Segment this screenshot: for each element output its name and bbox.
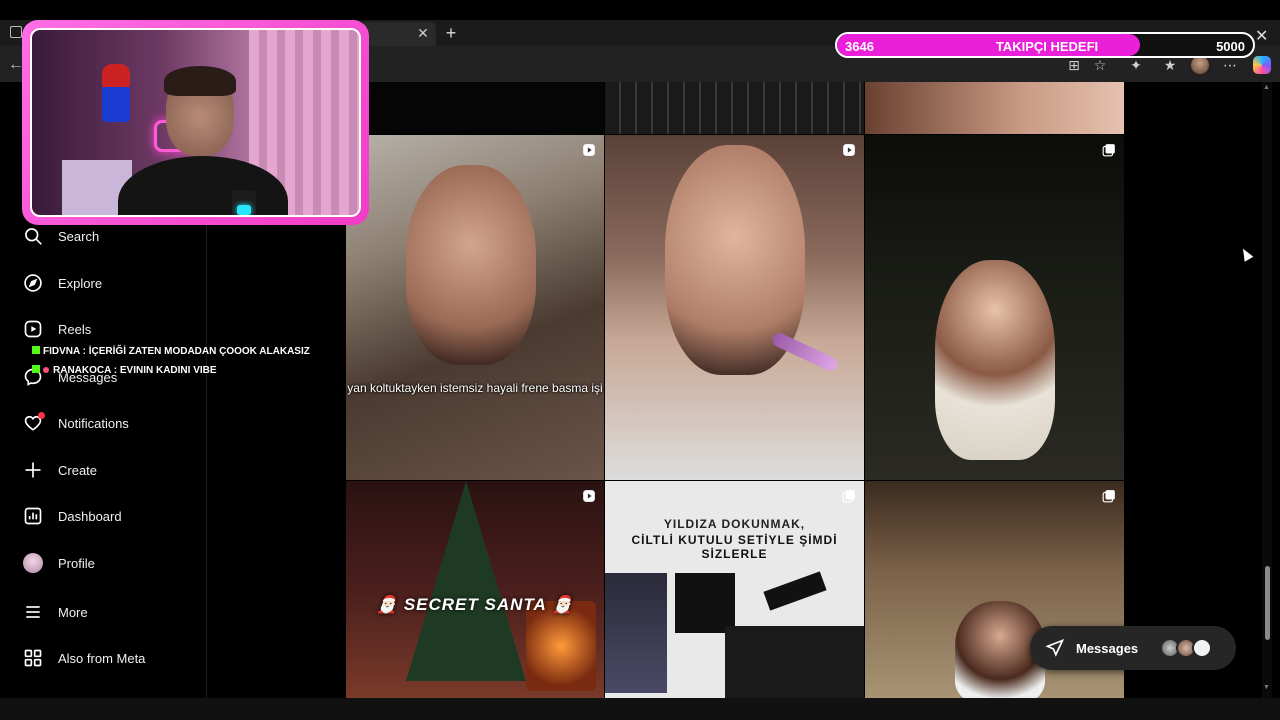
compass-icon (22, 272, 44, 294)
nav-item-reels[interactable]: Reels (22, 315, 91, 343)
kick-badge-icon (32, 365, 40, 373)
messages-avatars (1160, 638, 1214, 658)
nav-label-search: Search (58, 228, 100, 244)
post-tile[interactable] (865, 82, 1124, 134)
post-promo-line2: CİLTLİ KUTULU SETİYLE ŞİMDİ SİZLERLE (631, 533, 838, 561)
nav-label-dashboard: Dashboard (58, 508, 122, 524)
search-icon (22, 225, 44, 247)
nav-label-reels: Reels (58, 321, 92, 337)
star-icon[interactable]: ☆ (1092, 57, 1108, 73)
streamer-hair (164, 66, 236, 96)
nav-item-notifications[interactable]: Notifications (22, 409, 129, 437)
nav-item-create[interactable]: Create (22, 456, 97, 484)
chat-badge-dot (43, 367, 49, 373)
nav-label-more: More (58, 604, 88, 620)
follower-goal-bar: 3646 TAKIPÇI HEDEFI 5000 (835, 32, 1255, 58)
box-set (675, 573, 735, 633)
book-cover (605, 573, 667, 693)
nav-label-explore: Explore (58, 275, 103, 291)
nav-label-profile: Profile (58, 555, 95, 571)
tab-actions-icon[interactable] (10, 26, 22, 38)
chat-message: FIDVNA : İÇERİĞİ ZATEN MODADAN ÇOOOK ALA… (32, 346, 310, 357)
avatar (1192, 638, 1212, 658)
goal-label: TAKIPÇI HEDEFI (995, 39, 1099, 54)
box-set (725, 626, 864, 698)
nav-label-create: Create (58, 462, 98, 478)
nav-label-also-from-meta: Also from Meta (58, 650, 146, 666)
hamburger-icon (22, 601, 44, 623)
grid-icon[interactable]: ⊞ (1066, 57, 1082, 73)
post-caption: 🎅🏻 SECRET SANTA 🎅🏻 (375, 595, 575, 614)
heart-icon (22, 412, 45, 434)
plus-icon (22, 459, 44, 481)
meta-grid-icon (22, 647, 44, 669)
post-tile[interactable] (865, 135, 1124, 480)
chat-text: İÇERİĞİ ZATEN MODADAN ÇOOOK ALAKASIZ (88, 346, 310, 357)
post-tile[interactable] (605, 135, 864, 480)
microphone-light (237, 205, 251, 215)
post-promo-line1: YILDIZA DOKUNMAK, (663, 517, 806, 531)
christmas-tree (406, 481, 526, 681)
dashboard-icon (22, 505, 44, 527)
scroll-down-icon[interactable]: ▼ (1263, 684, 1270, 691)
post-person (935, 260, 1055, 460)
window-close-icon[interactable]: ✕ (1255, 26, 1268, 46)
nav-item-profile[interactable]: Profile (22, 549, 95, 577)
copilot-icon[interactable] (1253, 56, 1271, 74)
extensions-icon[interactable]: ✦ (1128, 57, 1144, 73)
post-tile[interactable] (605, 82, 864, 134)
feed-grid: yan koltuktayken istemsiz hayali frene b… (346, 82, 1124, 698)
reel-icon (583, 490, 595, 502)
webcam-overlay (22, 20, 369, 225)
streamer-body (118, 156, 288, 215)
post-person (406, 165, 536, 365)
post-tile[interactable]: YILDIZA DOKUNMAK, CİLTLİ KUTULU SETİYLE … (605, 481, 864, 698)
messages-label: Messages (1076, 640, 1139, 656)
favorites-icon[interactable]: ★ (1162, 57, 1178, 73)
reel-icon (583, 144, 595, 156)
post-tile[interactable]: yan koltuktayken istemsiz hayali frene b… (346, 135, 604, 480)
messages-button[interactable]: Messages (1030, 626, 1236, 670)
kick-badge-icon (32, 346, 40, 354)
avatar (22, 552, 44, 574)
chat-text: EVININ KADINI VIBE (119, 365, 217, 376)
mouse-cursor (1238, 246, 1254, 262)
post-tile[interactable] (346, 82, 604, 134)
goal-current-value: 3646 (845, 39, 874, 54)
chat-message: RANAKOCA : EVININ KADINI VIBE (32, 365, 217, 376)
nav-label-notifications: Notifications (58, 415, 129, 431)
nav-item-dashboard[interactable]: Dashboard (22, 502, 122, 530)
post-tile[interactable]: 🎅🏻 SECRET SANTA 🎅🏻 (346, 481, 604, 698)
browser-profile-avatar[interactable] (1191, 56, 1209, 74)
reels-icon (22, 318, 44, 340)
carousel-icon (842, 490, 855, 503)
reel-icon (843, 144, 855, 156)
carousel-icon (1102, 490, 1115, 503)
close-tab-icon[interactable]: ✕ (415, 25, 431, 41)
nav-item-more[interactable]: More (22, 598, 88, 626)
notification-dot (38, 412, 45, 419)
goal-target-value: 5000 (1216, 39, 1245, 54)
scroll-up-icon[interactable]: ▲ (1263, 84, 1270, 91)
bottom-strip (0, 698, 1280, 720)
nav-item-search[interactable]: Search (22, 222, 99, 250)
nav-item-also-from-meta[interactable]: Also from Meta (22, 644, 145, 672)
more-options-icon[interactable]: ⋯ (1222, 57, 1238, 73)
ribbon (763, 571, 827, 611)
chat-username: RANAKOCA (53, 365, 111, 376)
messenger-icon (1044, 637, 1066, 659)
chat-username: FIDVNA (43, 346, 80, 357)
post-caption: yan koltuktayken istemsiz hayali frene b… (347, 381, 603, 395)
screen: ✕ + ← ⊞ ☆ ✦ ★ ⋯ Search Explore Reels Mes… (0, 0, 1280, 720)
webcam-feed (30, 28, 361, 217)
nav-item-explore[interactable]: Explore (22, 269, 102, 297)
carousel-icon (1102, 144, 1115, 157)
new-tab-icon[interactable]: + (442, 24, 460, 42)
scrollbar-thumb[interactable] (1265, 566, 1270, 640)
